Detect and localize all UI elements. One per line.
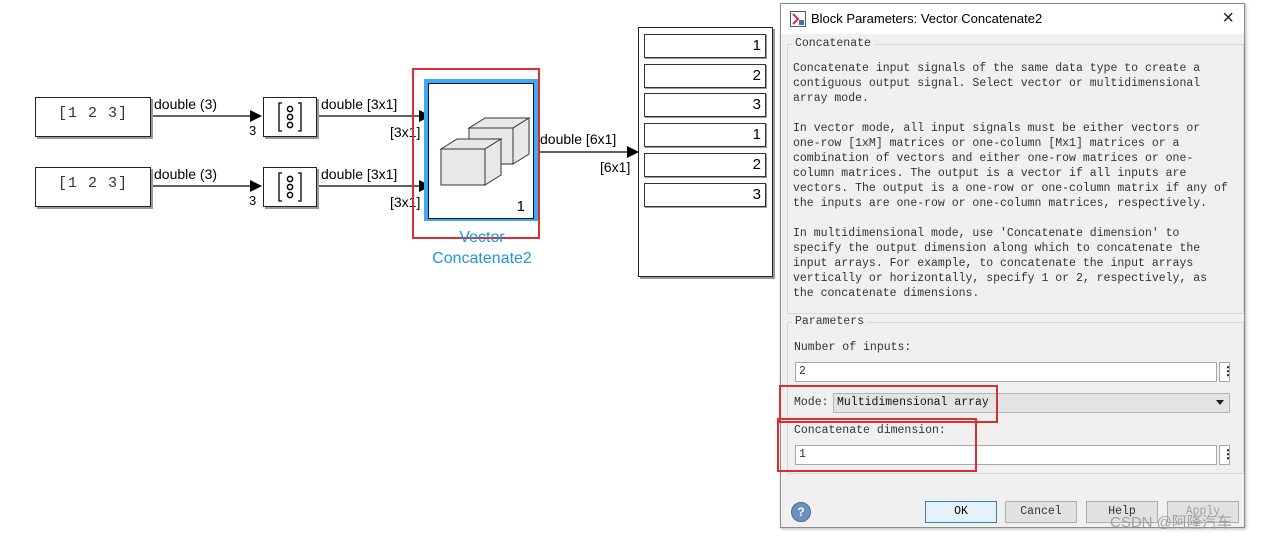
display-cell: 2 — [644, 64, 766, 88]
ok-button[interactable]: OK — [925, 501, 997, 523]
constant-block-2[interactable]: [1 2 3] — [35, 167, 151, 207]
constant-block-1[interactable]: [1 2 3] — [35, 97, 151, 137]
vector-concatenate-block[interactable]: 1 — [424, 79, 538, 221]
description-paragraph: In vector mode, all input signals must b… — [793, 122, 1228, 210]
column-vector-icon — [278, 102, 302, 132]
signal-label: double (3) — [154, 166, 218, 182]
dialog-title: Block Parameters: Vector Concatenate2 — [811, 11, 1043, 26]
more-options-icon[interactable]: ⋮ — [1219, 445, 1234, 465]
constant-value: [1 2 3] — [57, 175, 128, 192]
watermark: CSDN @阿隆汽车 — [1110, 514, 1232, 531]
reshape-block-1[interactable] — [263, 97, 317, 137]
more-options-icon[interactable]: ⋮ — [1219, 362, 1234, 382]
annotation-box-concat-dim — [777, 418, 977, 472]
display-cell: 3 — [644, 183, 766, 207]
signal-dimension: 3 — [249, 193, 257, 208]
simulink-block-icon — [790, 11, 806, 27]
display-cell: 3 — [644, 93, 766, 117]
help-icon[interactable]: ? — [791, 502, 811, 522]
block-description: Concatenate input signals of the same da… — [793, 61, 1228, 316]
column-vector-icon — [278, 172, 302, 202]
signal-label: double [3x1] — [321, 166, 398, 182]
description-paragraph: In multidimensional mode, use 'Concatena… — [793, 227, 1208, 300]
close-icon[interactable]: × — [1222, 7, 1234, 30]
port-dimension: [6x1] — [600, 159, 631, 175]
description-paragraph: Concatenate input signals of the same da… — [793, 62, 1201, 105]
signal-label: double [6x1] — [540, 131, 617, 147]
description-group: Concatenate Concatenate input signals of… — [787, 37, 1244, 316]
cancel-button[interactable]: Cancel — [1005, 501, 1077, 523]
block-name-line1: Vector — [459, 229, 505, 246]
block-name[interactable]: Vector Concatenate2 — [412, 227, 552, 269]
signal-label: double [3x1] — [321, 96, 398, 112]
reshape-block-2[interactable] — [263, 167, 317, 207]
chevron-down-icon — [1216, 400, 1224, 405]
signal-dimension: 3 — [249, 123, 257, 138]
display-cell: 1 — [644, 34, 766, 58]
constant-value: [1 2 3] — [57, 105, 128, 122]
parameters-group-label: Parameters — [792, 315, 868, 328]
num-inputs-label: Number of inputs: — [794, 341, 912, 354]
signal-label: double (3) — [154, 96, 218, 112]
display-block[interactable]: 1 2 3 1 2 3 — [638, 27, 773, 277]
output-port-number: 1 — [516, 198, 525, 215]
dialog-title-bar[interactable]: Block Parameters: Vector Concatenate2 × — [781, 4, 1244, 34]
display-cell: 2 — [644, 153, 766, 177]
description-group-label: Concatenate — [792, 37, 874, 50]
num-inputs-field[interactable]: 2 — [795, 362, 1217, 382]
block-name-line2: Concatenate2 — [432, 250, 532, 267]
display-cell: 1 — [644, 123, 766, 147]
